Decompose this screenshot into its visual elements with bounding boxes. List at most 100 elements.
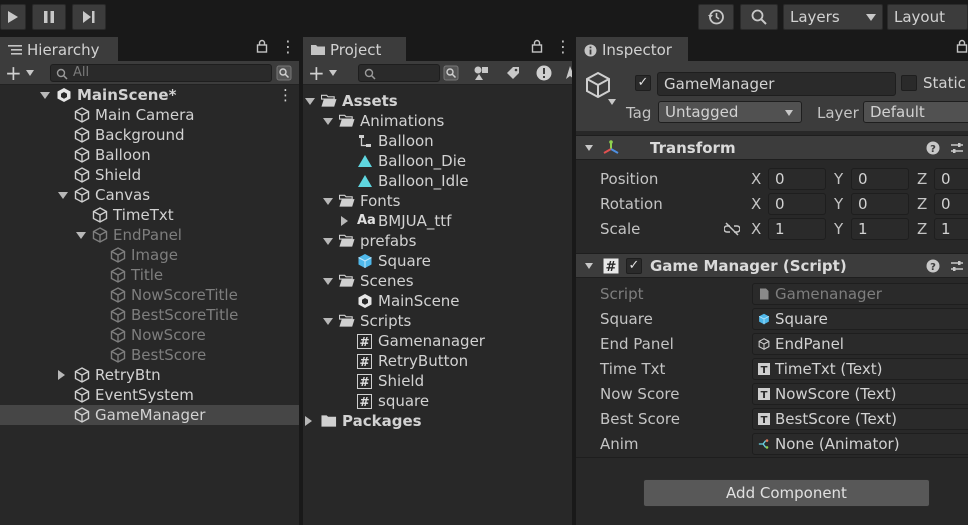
project-row[interactable]: Animations: [303, 111, 572, 131]
lock-icon[interactable]: [256, 39, 268, 57]
transform-y-field[interactable]: 0: [851, 193, 909, 215]
hierarchy-row[interactable]: Background: [0, 125, 299, 145]
component-enabled-checkbox[interactable]: ✓: [626, 258, 642, 274]
hierarchy-row[interactable]: EventSystem: [0, 385, 299, 405]
project-row[interactable]: Balloon_Idle: [303, 171, 572, 191]
tab-hierarchy[interactable]: Hierarchy: [0, 37, 118, 61]
fold-open-icon[interactable]: [323, 118, 333, 125]
project-row[interactable]: Balloon_Die: [303, 151, 572, 171]
filter-by-type-icon[interactable]: [473, 65, 489, 84]
project-row[interactable]: Fonts: [303, 191, 572, 211]
help-icon[interactable]: ?: [926, 141, 940, 155]
lock-icon[interactable]: [531, 39, 543, 57]
project-row[interactable]: MainScene: [303, 291, 572, 311]
hierarchy-row[interactable]: Main Camera: [0, 105, 299, 125]
tab-inspector[interactable]: Inspector: [576, 37, 688, 61]
hierarchy-row[interactable]: Image: [0, 245, 299, 265]
chevron-down-icon[interactable]: [26, 70, 34, 76]
transform-y-field[interactable]: 0: [851, 168, 909, 190]
chevron-down-icon[interactable]: [608, 99, 616, 105]
project-row[interactable]: Scripts: [303, 311, 572, 331]
hierarchy-row[interactable]: NowScoreTitle: [0, 285, 299, 305]
fold-open-icon[interactable]: [58, 192, 68, 199]
transform-y-field[interactable]: 1: [851, 218, 909, 240]
hierarchy-row[interactable]: EndPanel: [0, 225, 299, 245]
hierarchy-row[interactable]: RetryBtn: [0, 365, 299, 385]
hierarchy-search-input[interactable]: All: [50, 64, 272, 82]
more-options-icon[interactable]: ⋮: [555, 37, 571, 56]
history-button[interactable]: [698, 4, 734, 30]
project-row[interactable]: # square: [303, 391, 572, 411]
project-row[interactable]: prefabs: [303, 231, 572, 251]
transform-x-field[interactable]: 0: [768, 193, 826, 215]
gamemanager-script-component-header[interactable]: # ✓ Game Manager (Script) ?: [576, 253, 968, 278]
filter-by-label-icon[interactable]: [505, 65, 521, 84]
more-options-icon[interactable]: ⋮: [280, 37, 296, 56]
project-row[interactable]: # Gamenanager: [303, 331, 572, 351]
hierarchy-row[interactable]: NowScore: [0, 325, 299, 345]
add-object-button[interactable]: +: [5, 63, 22, 83]
fold-open-icon[interactable]: [76, 232, 86, 239]
fold-closed-icon[interactable]: [305, 416, 312, 426]
object-reference-field[interactable]: Square: [752, 308, 968, 330]
object-name-field[interactable]: GameManager: [657, 72, 896, 96]
transform-component-header[interactable]: Transform ?: [576, 135, 968, 160]
scene-options-icon[interactable]: ⋮: [278, 85, 293, 105]
fold-closed-icon[interactable]: [341, 216, 348, 226]
fold-open-icon[interactable]: [305, 98, 315, 105]
hierarchy-row[interactable]: Balloon: [0, 145, 299, 165]
hierarchy-row[interactable]: BestScoreTitle: [0, 305, 299, 325]
scene-search-icon[interactable]: [276, 65, 292, 84]
fold-open-icon[interactable]: [40, 92, 50, 99]
project-search-input[interactable]: [358, 64, 440, 82]
active-checkbox[interactable]: ✓: [635, 75, 651, 91]
object-reference-field[interactable]: T BestScore (Text): [752, 408, 968, 430]
project-row[interactable]: Scenes: [303, 271, 572, 291]
hierarchy-row[interactable]: Shield: [0, 165, 299, 185]
fold-open-icon[interactable]: [323, 238, 333, 245]
add-component-button[interactable]: Add Component: [643, 479, 930, 507]
help-icon[interactable]: ?: [926, 259, 940, 273]
object-reference-field[interactable]: T NowScore (Text): [752, 383, 968, 405]
project-row[interactable]: Assets: [303, 91, 572, 111]
layers-dropdown[interactable]: Layers: [783, 4, 883, 30]
object-reference-field[interactable]: EndPanel: [752, 333, 968, 355]
object-reference-field[interactable]: None (Animator): [752, 433, 968, 455]
scene-search-icon[interactable]: [443, 65, 459, 84]
project-row[interactable]: # RetryButton: [303, 351, 572, 371]
transform-x-field[interactable]: 1: [768, 218, 826, 240]
fold-closed-icon[interactable]: [58, 370, 65, 380]
tag-dropdown[interactable]: Untagged: [658, 101, 802, 123]
hierarchy-row[interactable]: BestScore: [0, 345, 299, 365]
project-row[interactable]: # Shield: [303, 371, 572, 391]
warning-icon[interactable]: [535, 64, 553, 85]
hierarchy-row[interactable]: Canvas: [0, 185, 299, 205]
fold-open-icon[interactable]: [323, 278, 333, 285]
search-button[interactable]: [740, 4, 778, 30]
fold-open-icon[interactable]: [323, 198, 333, 205]
transform-z-field[interactable]: 0: [934, 168, 968, 190]
layout-dropdown[interactable]: Layout: [887, 4, 968, 30]
transform-x-field[interactable]: 0: [768, 168, 826, 190]
create-asset-button[interactable]: +: [308, 63, 325, 83]
lock-icon[interactable]: [956, 39, 968, 57]
chevron-down-icon[interactable]: [329, 70, 337, 76]
star-icon[interactable]: [565, 65, 572, 84]
transform-z-field[interactable]: 0: [934, 193, 968, 215]
play-button[interactable]: [0, 4, 26, 30]
tab-project[interactable]: Project: [303, 37, 406, 61]
project-row[interactable]: Square: [303, 251, 572, 271]
constrain-proportions-icon[interactable]: [723, 222, 741, 239]
project-row[interactable]: Balloon: [303, 131, 572, 151]
transform-z-field[interactable]: 1: [934, 218, 968, 240]
layer-dropdown[interactable]: Default: [863, 101, 968, 123]
presets-icon[interactable]: [950, 259, 964, 273]
project-row[interactable]: Aa BMJUA_ttf: [303, 211, 572, 231]
static-checkbox[interactable]: [901, 75, 917, 91]
fold-open-icon[interactable]: [323, 318, 333, 325]
pause-button[interactable]: [32, 4, 66, 30]
hierarchy-row[interactable]: MainScene* ⋮: [0, 85, 299, 105]
hierarchy-row[interactable]: GameManager: [0, 405, 299, 425]
hierarchy-row[interactable]: TimeTxt: [0, 205, 299, 225]
presets-icon[interactable]: [950, 141, 964, 155]
